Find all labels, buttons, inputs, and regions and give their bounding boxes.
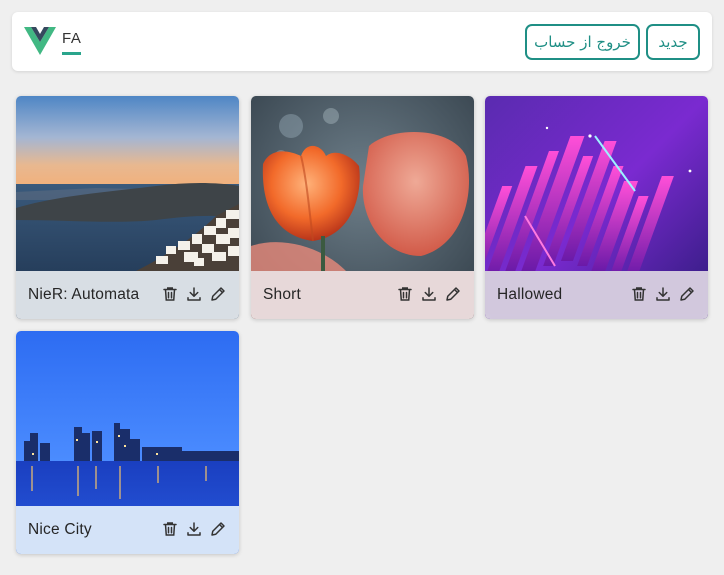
card-footer: Hallowed: [485, 271, 708, 319]
pencil-icon[interactable]: [444, 285, 462, 303]
card-title: Hallowed: [497, 286, 563, 303]
card-title: Nice City: [28, 521, 92, 538]
logout-button[interactable]: خروج از حساب: [525, 24, 640, 60]
card-footer: NieR: Automata: [16, 271, 239, 319]
new-button[interactable]: جدید: [646, 24, 700, 60]
image-card[interactable]: Hallowed: [485, 96, 708, 319]
image-card[interactable]: Short: [251, 96, 474, 319]
card-actions: [161, 285, 227, 303]
pencil-icon[interactable]: [209, 285, 227, 303]
card-title: NieR: Automata: [28, 286, 140, 303]
pencil-icon[interactable]: [209, 520, 227, 538]
card-footer: Nice City: [16, 506, 239, 554]
image-card[interactable]: Nice City: [16, 331, 239, 554]
download-icon[interactable]: [420, 285, 438, 303]
vue-logo-icon: [24, 27, 56, 55]
card-actions: [630, 285, 696, 303]
card-actions: [396, 285, 462, 303]
card-title: Short: [263, 286, 302, 303]
pencil-icon[interactable]: [678, 285, 696, 303]
download-icon[interactable]: [185, 520, 203, 538]
trash-icon[interactable]: [161, 285, 179, 303]
language-underline: [62, 52, 81, 55]
card-actions: [161, 520, 227, 538]
trash-icon[interactable]: [630, 285, 648, 303]
language-switch[interactable]: FA: [62, 30, 81, 47]
card-footer: Short: [251, 271, 474, 319]
download-icon[interactable]: [185, 285, 203, 303]
download-icon[interactable]: [654, 285, 672, 303]
image-card[interactable]: NieR: Automata: [16, 96, 239, 319]
trash-icon[interactable]: [161, 520, 179, 538]
top-bar: FA خروج از حساب جدید: [12, 12, 712, 71]
trash-icon[interactable]: [396, 285, 414, 303]
